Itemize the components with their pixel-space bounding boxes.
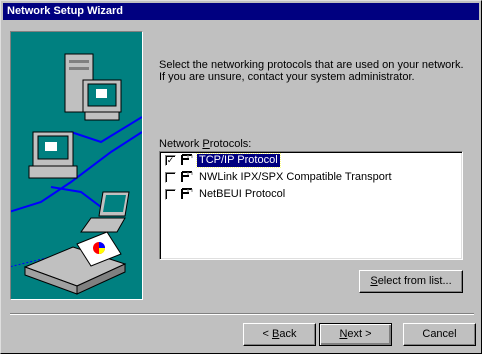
network-illustration-icon [11,53,142,295]
instruction-line-1: Select the networking protocols that are… [159,59,464,71]
protocol-item-nwlink[interactable]: NWLink IPX/SPX Compatible Transport [165,170,394,184]
protocol-checkbox-tcpip[interactable]: ✓ [165,154,176,166]
network-protocol-icon [181,171,193,182]
instructions: Select the networking protocols that are… [159,59,474,83]
back-button[interactable]: < Back [243,323,316,346]
protocol-checkbox-netbeui[interactable] [165,188,176,200]
separator [10,313,474,315]
title-bar: Network Setup Wizard [3,3,479,20]
network-protocol-icon [181,188,193,199]
protocol-label-netbeui: NetBEUI Protocol [199,187,286,200]
checkmark-icon: ✓ [166,154,175,165]
protocol-checkbox-nwlink[interactable] [165,171,176,183]
protocol-label-tcpip: TCP/IP Protocol [196,152,281,168]
network-protocol-icon [181,154,193,165]
instruction-line-2: If you are unsure, contact your system a… [159,71,415,83]
protocol-item-netbeui[interactable]: NetBEUI Protocol [165,187,287,201]
select-from-list-button[interactable]: Select from list... [359,270,463,293]
window-title: Network Setup Wizard [7,5,124,17]
protocols-list[interactable]: ✓ TCP/IP Protocol NWLink IPX/SPX Compati… [159,151,463,260]
cancel-button[interactable]: Cancel [403,323,476,346]
protocol-label-nwlink: NWLink IPX/SPX Compatible Transport [199,170,392,183]
protocol-item-tcpip[interactable]: ✓ TCP/IP Protocol [165,152,281,168]
wizard-illustration [10,31,143,300]
next-button[interactable]: Next > [319,323,392,346]
protocols-label: Network Protocols: [159,138,252,150]
wizard-window: Network Setup Wizard Select the networki… [0,0,482,354]
